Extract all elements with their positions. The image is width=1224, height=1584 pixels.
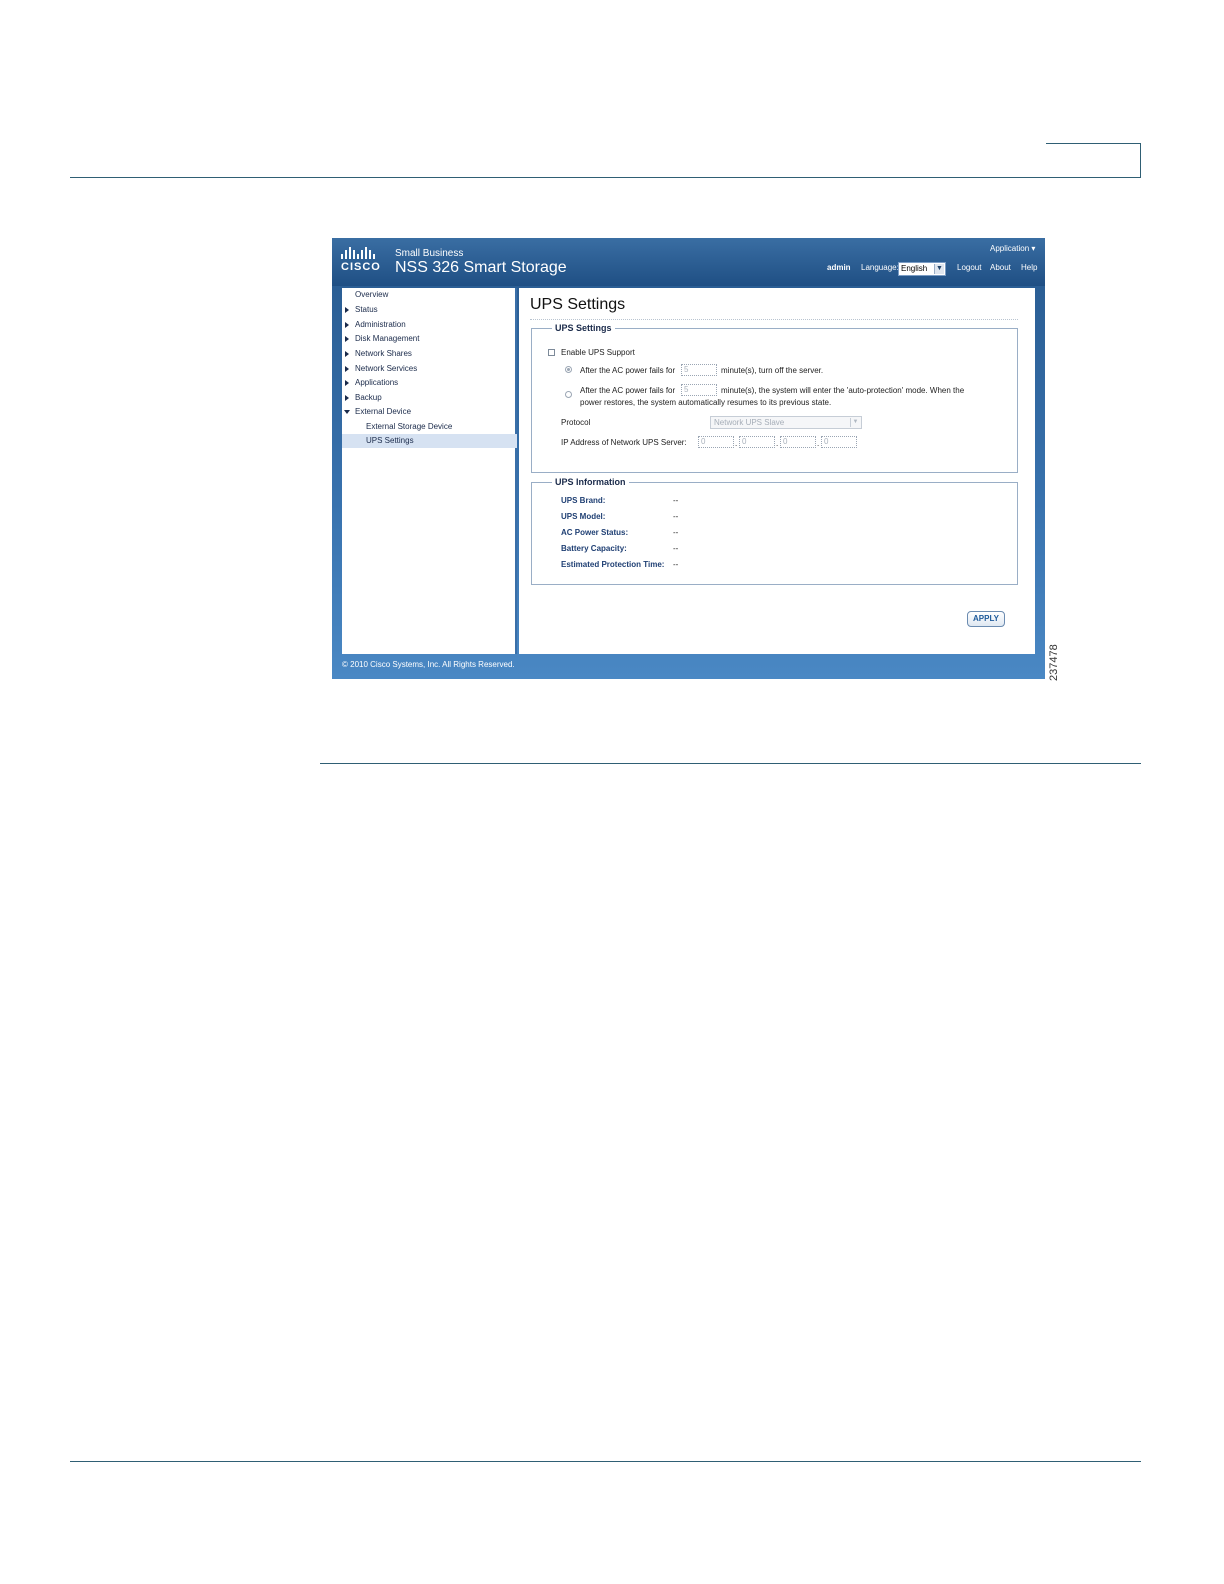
sidebar-item-label: Applications bbox=[355, 378, 399, 387]
battery-capacity-label: Battery Capacity: bbox=[561, 544, 627, 553]
ip-separator: . bbox=[817, 439, 820, 448]
logo-wordmark: CISCO bbox=[341, 261, 381, 273]
auto-protection-suffix: minute(s), the system will enter the 'au… bbox=[721, 386, 965, 395]
ip-octet-1-input[interactable]: 0 bbox=[698, 436, 734, 448]
ups-information-legend: UPS Information bbox=[552, 477, 629, 487]
caret-right-icon bbox=[345, 380, 349, 386]
cisco-bars-icon bbox=[341, 247, 383, 259]
sidebar-item-label: Overview bbox=[355, 290, 389, 299]
app-header: CISCO Small Business NSS 326 Smart Stora… bbox=[332, 238, 1045, 286]
sidebar-nav: Overview Status Administration Disk Mana… bbox=[342, 288, 517, 654]
sidebar-item-external-device[interactable]: External Device bbox=[342, 405, 517, 419]
caret-right-icon bbox=[345, 395, 349, 401]
ip-octet-2-input[interactable]: 0 bbox=[739, 436, 775, 448]
ac-power-status-label: AC Power Status: bbox=[561, 528, 629, 537]
sidebar-item-label: Network Services bbox=[355, 364, 418, 373]
header-rule bbox=[70, 177, 1141, 178]
sidebar-item-status[interactable]: Status bbox=[342, 303, 517, 317]
protocol-value: Network UPS Slave bbox=[714, 418, 785, 427]
ip-address-label: IP Address of Network UPS Server: bbox=[561, 438, 687, 447]
enable-ups-checkbox[interactable] bbox=[548, 349, 555, 356]
sidebar-item-label: External Storage Device bbox=[366, 422, 453, 431]
ups-brand-value: -- bbox=[673, 496, 679, 505]
auto-protection-minutes-input[interactable]: 5 bbox=[681, 384, 717, 396]
about-link[interactable]: About bbox=[990, 263, 1011, 272]
sidebar-item-label: Network Shares bbox=[355, 349, 412, 358]
sidebar-item-label: External Device bbox=[355, 407, 412, 416]
caret-right-icon bbox=[345, 366, 349, 372]
sidebar-item-label: Backup bbox=[355, 393, 382, 402]
language-label: Language: bbox=[861, 263, 899, 272]
title-divider bbox=[530, 319, 1018, 320]
ups-settings-group: UPS Settings Enable UPS Support After th… bbox=[531, 323, 1018, 473]
sidebar-item-backup[interactable]: Backup bbox=[342, 391, 517, 405]
figure-bottom-rule bbox=[320, 763, 1141, 764]
estimated-protection-time-label: Estimated Protection Time: bbox=[561, 560, 665, 569]
logout-link[interactable]: Logout bbox=[957, 263, 981, 272]
ip-separator: . bbox=[776, 439, 779, 448]
estimated-protection-time-value: -- bbox=[673, 560, 679, 569]
main-content: UPS Settings UPS Settings Enable UPS Sup… bbox=[519, 288, 1035, 654]
sidebar-item-label: Status bbox=[355, 305, 378, 314]
shutdown-option-suffix: minute(s), turn off the server. bbox=[721, 366, 824, 375]
product-title: NSS 326 Smart Storage bbox=[395, 259, 567, 276]
auto-protection-line2: power restores, the system automatically… bbox=[580, 398, 832, 407]
ups-model-label: UPS Model: bbox=[561, 512, 606, 521]
sidebar-item-ups-settings[interactable]: UPS Settings bbox=[342, 434, 517, 448]
protocol-label: Protocol bbox=[561, 418, 591, 427]
application-menu[interactable]: Application ▾ bbox=[990, 244, 1035, 253]
ip-octet-3-input[interactable]: 0 bbox=[780, 436, 816, 448]
chapter-tab-box bbox=[1046, 143, 1141, 178]
chevron-down-icon: ▼ bbox=[850, 418, 860, 427]
protocol-select[interactable]: Network UPS Slave ▼ bbox=[710, 416, 862, 429]
ups-model-value: -- bbox=[673, 512, 679, 521]
chevron-down-icon: ▼ bbox=[934, 264, 944, 274]
brand-subtitle: Small Business bbox=[395, 248, 464, 259]
ac-power-status-value: -- bbox=[673, 528, 679, 537]
sidebar-item-administration[interactable]: Administration bbox=[342, 318, 517, 332]
battery-capacity-value: -- bbox=[673, 544, 679, 553]
help-link[interactable]: Help bbox=[1021, 263, 1037, 272]
ups-settings-legend: UPS Settings bbox=[552, 323, 615, 333]
ups-information-group: UPS Information UPS Brand: -- UPS Model:… bbox=[531, 477, 1018, 585]
auto-protection-radio[interactable] bbox=[565, 391, 572, 398]
auto-protection-prefix: After the AC power fails for bbox=[580, 386, 676, 395]
sidebar-item-overview[interactable]: Overview bbox=[342, 288, 517, 302]
caret-right-icon bbox=[345, 351, 349, 357]
figure-id: 237478 bbox=[1048, 644, 1060, 681]
shutdown-option-prefix: After the AC power fails for bbox=[580, 366, 676, 375]
caret-right-icon bbox=[345, 336, 349, 342]
sidebar-item-disk-management[interactable]: Disk Management bbox=[342, 332, 517, 346]
language-select[interactable]: English ▼ bbox=[898, 262, 946, 276]
app-window: CISCO Small Business NSS 326 Smart Stora… bbox=[332, 238, 1045, 679]
footer-rule bbox=[70, 1461, 1141, 1462]
sidebar-item-network-services[interactable]: Network Services bbox=[342, 362, 517, 376]
apply-button[interactable]: APPLY bbox=[967, 611, 1005, 627]
sidebar-item-external-storage-device[interactable]: External Storage Device bbox=[342, 420, 517, 434]
sidebar-item-label: Disk Management bbox=[355, 334, 420, 343]
copyright-footer: © 2010 Cisco Systems, Inc. All Rights Re… bbox=[342, 660, 515, 669]
sidebar-item-label: UPS Settings bbox=[366, 436, 414, 445]
caret-right-icon bbox=[345, 307, 349, 313]
shutdown-minutes-input[interactable]: 5 bbox=[681, 364, 717, 376]
cisco-logo: CISCO bbox=[341, 247, 383, 275]
caret-down-icon bbox=[344, 410, 350, 414]
current-user: admin bbox=[827, 263, 851, 272]
ups-brand-label: UPS Brand: bbox=[561, 496, 606, 505]
enable-ups-label: Enable UPS Support bbox=[561, 348, 635, 357]
caret-right-icon bbox=[345, 322, 349, 328]
sidebar-item-network-shares[interactable]: Network Shares bbox=[342, 347, 517, 361]
shutdown-option-radio[interactable] bbox=[565, 366, 572, 373]
ip-octet-4-input[interactable]: 0 bbox=[821, 436, 857, 448]
page-title: UPS Settings bbox=[530, 296, 626, 313]
sidebar-item-label: Administration bbox=[355, 320, 406, 329]
sidebar-item-applications[interactable]: Applications bbox=[342, 376, 517, 390]
ip-separator: . bbox=[735, 439, 738, 448]
language-value: English bbox=[901, 264, 928, 273]
